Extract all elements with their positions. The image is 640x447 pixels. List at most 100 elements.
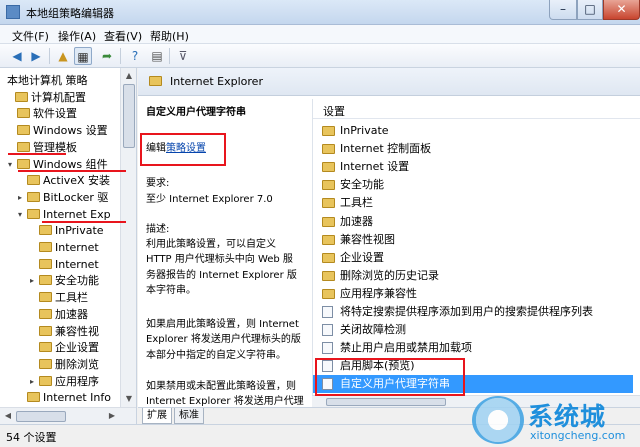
scroll-thumb[interactable] [16,411,66,422]
tree-item[interactable]: Internet Info [18,389,111,406]
annotation-underline [42,221,126,223]
settings-column-header[interactable]: 设置 [313,99,640,119]
tree-item[interactable]: 兼容性视 [30,323,99,340]
menu-help[interactable]: 帮助(H) [150,28,189,44]
minimize-button[interactable]: – [549,0,577,20]
tree-horizontal-scrollbar[interactable]: ◀ ▶ [0,407,136,424]
tree-item-label: InPrivate [55,224,104,238]
annotation-box [140,133,226,166]
expanded-arrow-icon[interactable]: ▾ [8,156,17,173]
tree-item[interactable]: InPrivate [30,222,104,239]
scroll-thumb[interactable] [123,84,135,148]
settings-folder-item[interactable]: 应用程序兼容性 [313,285,633,303]
tree-item[interactable]: 工具栏 [30,289,88,306]
tree-item[interactable]: 企业设置 [30,339,99,356]
scroll-right-icon[interactable]: ▶ [104,408,120,424]
window: 本地组策略编辑器 – □ ✕ 文件(F) 操作(A) 查看(V) 帮助(H) ◀… [0,0,640,447]
tree-item[interactable]: 删除浏览 [30,356,99,373]
settings-folder-item[interactable]: Internet 控制面板 [313,140,633,158]
app-icon [6,5,20,19]
tree-item-label: 企业设置 [55,341,99,355]
settings-policy-item[interactable]: 关闭故障检测 [313,321,633,339]
status-text: 54 个设置 [6,431,57,444]
tree-item[interactable]: Windows 设置 [8,122,108,139]
tree-item-label: Internet Exp [43,207,111,221]
scroll-down-icon[interactable]: ▼ [121,391,136,407]
tree-item[interactable]: Internet [30,239,99,256]
settings-folder-item[interactable]: 企业设置 [313,249,633,267]
folder-icon [39,308,52,319]
expanded-arrow-icon[interactable]: ▾ [18,206,27,223]
text-line: 本字符串。 [146,284,196,296]
settings-folder-item[interactable]: 删除浏览的历史记录 [313,267,633,285]
tree-item[interactable]: ▸ 安全功能 [30,272,99,289]
folder-icon [322,288,335,299]
help-icon[interactable]: ? [126,47,144,65]
properties-icon[interactable]: ▤ [148,47,166,65]
tree-item[interactable]: Internet [30,256,99,273]
description-paragraph-3: 如果禁用或未配置此策略设置，则 Internet Explorer 将发送用户代… [146,379,308,407]
menu-action[interactable]: 操作(A) [58,28,96,44]
text-line: Explorer 将发送用户代理标头的版 [146,334,301,346]
settings-header-label: 设置 [323,105,345,118]
tree-item-label: 计算机配置 [31,90,86,104]
folder-icon [27,392,40,403]
menu-file[interactable]: 文件(F) [12,28,49,44]
tree-item-label: 加速器 [55,307,88,321]
menu-bar: 文件(F) 操作(A) 查看(V) 帮助(H) [0,25,640,44]
folder-icon [322,180,335,191]
settings-folder-item[interactable]: 加速器 [313,213,633,231]
scroll-thumb[interactable] [326,398,446,406]
scroll-up-icon[interactable]: ▲ [121,68,136,84]
text-line: 本部分中指定的自定义字符串。 [146,349,286,361]
description-paragraph-1: 利用此策略设置，可以自定义 HTTP 用户代理标头中向 Web 服 务器报告的 … [146,237,308,298]
settings-folder-item[interactable]: 安全功能 [313,176,633,194]
close-button[interactable]: ✕ [603,0,640,20]
forward-icon[interactable]: ▶ [27,47,45,65]
show-tree-icon[interactable]: ▦ [74,47,92,65]
folder-icon [15,91,28,102]
tab-extended[interactable]: 扩展 [142,408,172,424]
folder-icon [322,270,335,281]
folder-icon [17,108,30,119]
settings-folder-item[interactable]: 工具栏 [313,194,633,212]
tree-item[interactable]: ▸ BitLocker 驱 [18,189,108,206]
tree-item[interactable]: ActiveX 安装 [18,172,110,189]
settings-policy-item[interactable]: 将特定搜索提供程序添加到用户的搜索提供程序列表 [313,303,633,321]
tree-item-label: 本地计算机 策略 [7,74,88,87]
policy-icon [322,324,333,337]
collapsed-arrow-icon[interactable]: ▸ [30,272,39,289]
tree-item[interactable]: 计算机配置 [6,89,86,106]
settings-folder-item[interactable]: 兼容性视图 [313,231,633,249]
tree-item[interactable]: 本地计算机 策略 [0,72,88,89]
tree-item-label: Internet [55,241,99,254]
folder-icon [322,252,335,263]
collapsed-arrow-icon[interactable]: ▸ [18,189,27,206]
maximize-button[interactable]: □ [577,0,603,20]
settings-policy-item[interactable]: 禁止用户启用或禁用加载项 [313,339,633,357]
tab-standard[interactable]: 标准 [174,408,204,424]
settings-folder-item[interactable]: InPrivate [313,122,633,140]
folder-icon [39,325,52,336]
text-line: 利用此策略设置，可以自定义 [146,239,276,250]
title-bar: 本地组策略编辑器 – □ ✕ [0,0,640,25]
policy-title: 自定义用户代理字符串 [146,107,246,118]
settings-item-label: 应用程序兼容性 [340,286,417,300]
back-icon[interactable]: ◀ [8,47,26,65]
tree-item[interactable]: 加速器 [30,306,88,323]
watermark-text: 系统城 [528,402,607,431]
tree-item[interactable]: ▸ 应用程序 [30,373,99,390]
settings-folder-item[interactable]: Internet 设置 [313,158,633,176]
export-icon[interactable]: ➦ [98,47,116,65]
collapsed-arrow-icon[interactable]: ▸ [30,373,39,390]
watermark-logo-icon [472,396,524,444]
menu-view[interactable]: 查看(V) [104,28,142,44]
folder-icon [322,216,335,227]
scroll-left-icon[interactable]: ◀ [0,408,16,424]
filter-icon[interactable]: ⊽ [174,47,192,65]
up-icon[interactable]: ▲ [54,47,72,65]
tree-item[interactable]: 软件设置 [8,105,77,122]
policy-icon [322,306,333,318]
tree-vertical-scrollbar[interactable]: ▲ ▼ [120,68,136,407]
settings-item-label: 加速器 [340,214,373,228]
